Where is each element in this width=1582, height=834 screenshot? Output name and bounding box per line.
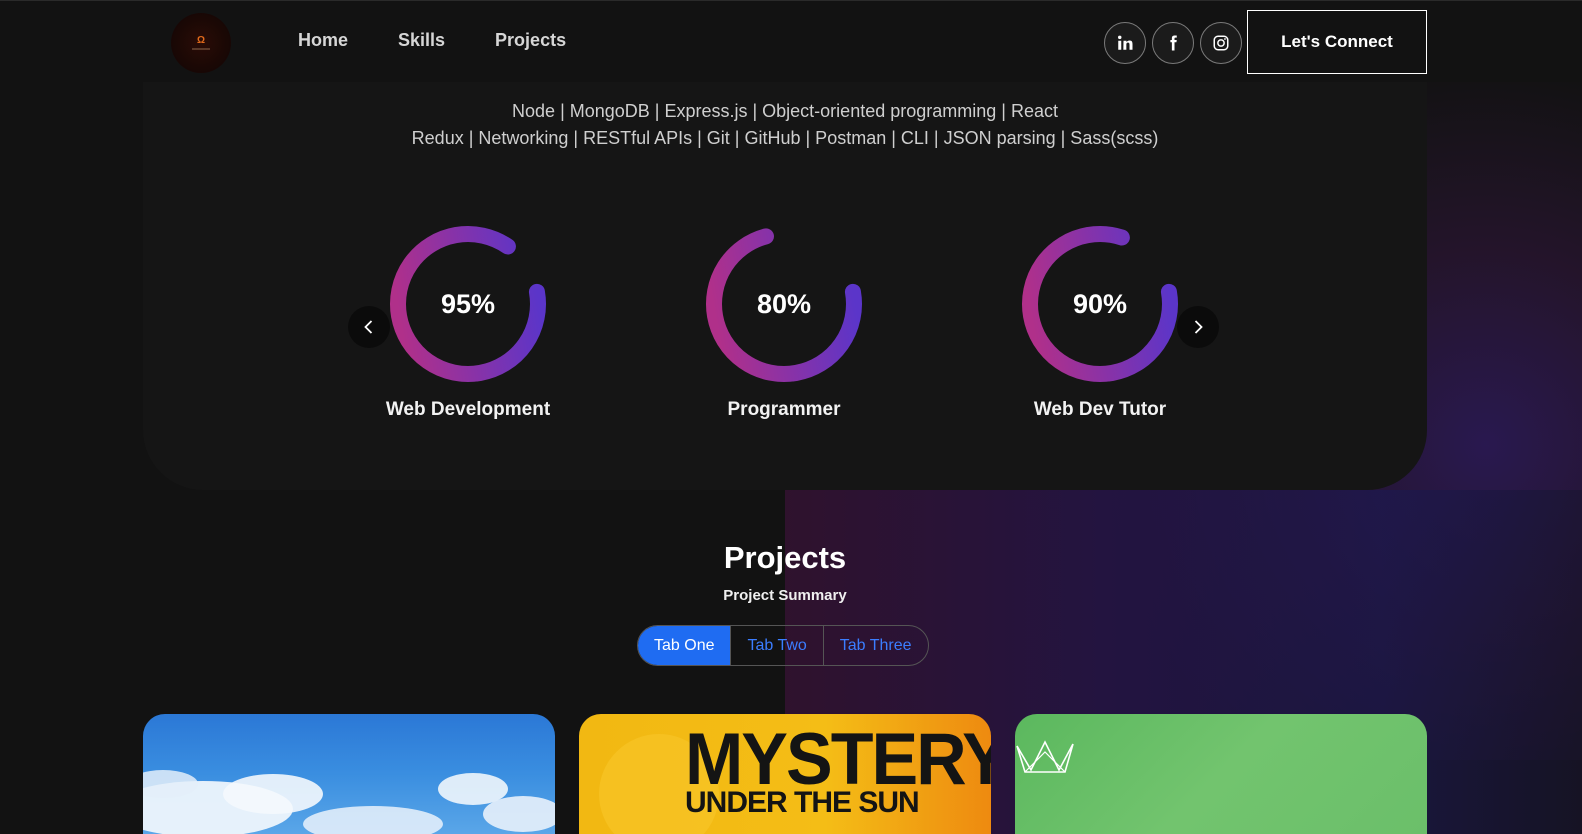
skill-label: Programmer <box>727 399 841 420</box>
facebook-icon[interactable] <box>1152 22 1194 64</box>
carousel-prev-button[interactable] <box>348 306 390 348</box>
project-tabs: Tab One Tab Two Tab Three <box>637 625 929 666</box>
crown-icon <box>1016 740 1074 773</box>
skill-list: Node | MongoDB | Express.js | Object-ori… <box>143 98 1427 152</box>
nav-link-projects[interactable]: Projects <box>495 30 566 51</box>
skill-label: Web Development <box>385 399 551 420</box>
nav-link-home[interactable]: Home <box>298 30 348 51</box>
nav-link-skills[interactable]: Skills <box>398 30 445 51</box>
tab-one[interactable]: Tab One <box>638 626 732 665</box>
social-links <box>1104 22 1242 64</box>
linkedin-icon[interactable] <box>1104 22 1146 64</box>
tab-two[interactable]: Tab Two <box>731 626 824 665</box>
nav-links: Home Skills Projects <box>298 30 616 51</box>
logo-mark-icon: Ω <box>196 35 206 46</box>
navbar: Ω Home Skills Projects Let's Connect <box>0 0 1582 82</box>
skill-ring-web-development: 95% <box>388 224 548 384</box>
projects-subtitle: Project Summary <box>723 587 847 604</box>
skill-line-2: Redux | Networking | RESTful APIs | Git … <box>411 128 1159 148</box>
instagram-icon[interactable] <box>1200 22 1242 64</box>
skill-ring-web-dev-tutor: 90% <box>1020 224 1180 384</box>
cloud-image <box>143 770 555 834</box>
lets-connect-button[interactable]: Let's Connect <box>1247 10 1427 74</box>
project-card-green[interactable] <box>1015 714 1427 834</box>
skill-ring-programmer: 80% <box>704 224 864 384</box>
card-headline: MYSTERY <box>685 718 991 800</box>
skill-line-1: Node | MongoDB | Express.js | Object-ori… <box>512 101 1058 121</box>
logo-subtext <box>192 48 210 50</box>
skills-card: Node | MongoDB | Express.js | Object-ori… <box>143 60 1427 490</box>
skill-percent: 95% <box>440 288 496 319</box>
project-card-mystery[interactable]: MYSTERY UNDER THE SUN <box>579 714 991 834</box>
project-card-sky[interactable] <box>143 714 555 834</box>
projects-title: Projects <box>723 540 847 575</box>
logo[interactable]: Ω <box>171 13 231 73</box>
carousel-next-button[interactable] <box>1177 306 1219 348</box>
card-subheadline: UNDER THE SUN <box>685 786 920 819</box>
skill-percent: 80% <box>756 288 812 319</box>
tab-three[interactable]: Tab Three <box>824 626 928 665</box>
skill-percent: 90% <box>1072 288 1128 319</box>
skill-label: Web Dev Tutor <box>1033 399 1167 420</box>
